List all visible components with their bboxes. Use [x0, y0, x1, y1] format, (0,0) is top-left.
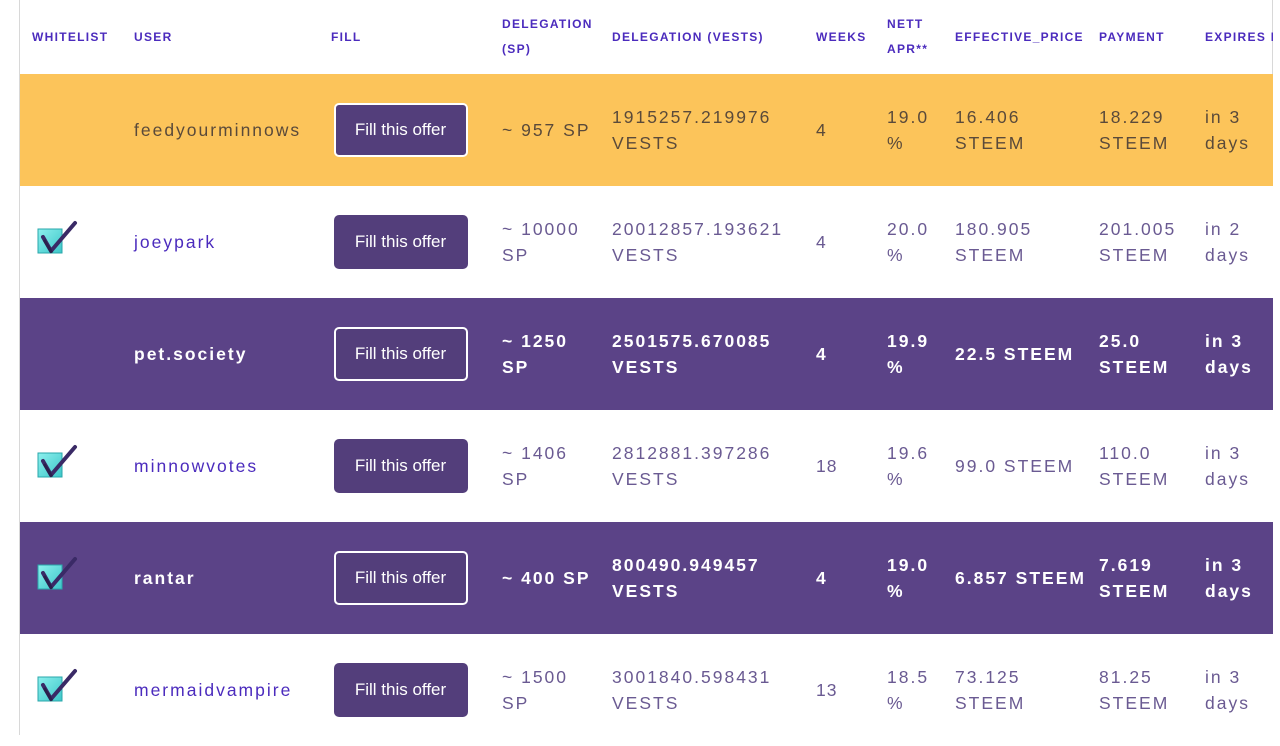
nett-apr: 18.5 % [887, 667, 930, 713]
delegation-sp: ~ 10000 SP [502, 219, 580, 265]
delegation-vests: 3001840.598431 VESTS [612, 667, 772, 713]
delegation-vests: 20012857.193621 VESTS [612, 219, 784, 265]
delegation-vests: 1915257.219976 VESTS [612, 107, 772, 153]
whitelist-check-icon [34, 556, 78, 594]
delegation-sp: ~ 1500 SP [502, 667, 569, 713]
header-effective-price: EFFECTIVE_PRICE [955, 29, 1084, 44]
table-row: rantar Fill this offer ~ 400 SP 800490.9… [20, 522, 1273, 634]
header-weeks: WEEKS [816, 29, 867, 44]
table-body: feedyourminnows Fill this offer ~ 957 SP… [20, 74, 1273, 746]
weeks: 4 [816, 568, 827, 588]
fill-offer-button[interactable]: Fill this offer [333, 215, 468, 269]
user-name[interactable]: joeypark [110, 186, 311, 298]
fill-offer-button[interactable]: Fill this offer [333, 327, 468, 381]
user-name[interactable]: mermaidvampire [110, 634, 311, 746]
payment: 110.0 STEEM [1099, 443, 1170, 489]
delegation-sp: ~ 1250 SP [502, 331, 569, 377]
header-delegation-sp: DELEGATION (SP) [502, 17, 593, 56]
effective-price: 6.857 STEEM [955, 568, 1086, 588]
payment: 81.25 STEEM [1099, 667, 1170, 713]
delegation-vests: 2501575.670085 VESTS [612, 331, 772, 377]
user-name[interactable]: rantar [110, 522, 311, 634]
weeks: 13 [816, 680, 838, 700]
fill-cell: Fill this offer [311, 298, 490, 410]
effective-price: 73.125 STEEM [955, 667, 1026, 713]
payment: 25.0 STEEM [1099, 331, 1170, 377]
nett-apr: 19.0 % [887, 555, 930, 601]
header-nett-apr: NETT APR** [887, 17, 929, 56]
fill-cell: Fill this offer [311, 522, 490, 634]
effective-price: 16.406 STEEM [955, 107, 1026, 153]
whitelist-cell [20, 634, 110, 746]
payment: 201.005 STEEM [1099, 219, 1177, 265]
fill-offer-button[interactable]: Fill this offer [333, 551, 468, 605]
user-name[interactable]: feedyourminnows [110, 74, 311, 186]
whitelist-cell [20, 186, 110, 298]
whitelist-cell [20, 74, 110, 186]
expires-in: in 3 days [1205, 667, 1250, 713]
header-fill: FILL [331, 29, 362, 44]
table-row: mermaidvampire Fill this offer ~ 1500 SP… [20, 634, 1273, 746]
delegation-offers-table: WHITELIST USER FILL DELEGATION (SP) DELE… [20, 0, 1273, 746]
fill-offer-button[interactable]: Fill this offer [333, 663, 468, 717]
nett-apr: 19.9 % [887, 331, 930, 377]
whitelist-check-icon [34, 444, 78, 482]
fill-cell: Fill this offer [311, 634, 490, 746]
weeks: 18 [816, 456, 838, 476]
expires-in: in 3 days [1205, 107, 1250, 153]
fill-offer-button[interactable]: Fill this offer [333, 439, 468, 493]
whitelist-cell [20, 298, 110, 410]
nett-apr: 19.0 % [887, 107, 930, 153]
table-row: joeypark Fill this offer ~ 10000 SP 2001… [20, 186, 1273, 298]
whitelist-cell [20, 522, 110, 634]
expires-in: in 3 days [1205, 555, 1253, 601]
delegation-sp: ~ 957 SP [502, 120, 591, 140]
nett-apr: 19.6 % [887, 443, 930, 489]
effective-price: 22.5 STEEM [955, 344, 1075, 364]
nett-apr: 20.0 % [887, 219, 930, 265]
header-user: USER [134, 29, 173, 44]
expires-in: in 3 days [1205, 443, 1250, 489]
header-delegation-vests: DELEGATION (VESTS) [612, 29, 764, 44]
table-row: feedyourminnows Fill this offer ~ 957 SP… [20, 74, 1273, 186]
table-header-row: WHITELIST USER FILL DELEGATION (SP) DELE… [20, 0, 1273, 74]
weeks: 4 [816, 344, 827, 364]
delegation-sp: ~ 1406 SP [502, 443, 569, 489]
header-expires: EXPIRES IN [1205, 29, 1273, 44]
effective-price: 180.905 STEEM [955, 219, 1033, 265]
fill-cell: Fill this offer [311, 74, 490, 186]
delegation-vests: 800490.949457 VESTS [612, 555, 760, 601]
table-row: pet.society Fill this offer ~ 1250 SP 25… [20, 298, 1273, 410]
fill-cell: Fill this offer [311, 410, 490, 522]
delegation-vests: 2812881.397286 VESTS [612, 443, 772, 489]
table-row: minnowvotes Fill this offer ~ 1406 SP 28… [20, 410, 1273, 522]
user-name[interactable]: pet.society [110, 298, 311, 410]
whitelist-cell [20, 410, 110, 522]
whitelist-check-icon [34, 668, 78, 706]
payment: 18.229 STEEM [1099, 107, 1170, 153]
fill-offer-button[interactable]: Fill this offer [333, 103, 468, 157]
expires-in: in 2 days [1205, 219, 1250, 265]
header-whitelist: WHITELIST [32, 29, 109, 44]
user-name[interactable]: minnowvotes [110, 410, 311, 522]
expires-in: in 3 days [1205, 331, 1253, 377]
weeks: 4 [816, 120, 827, 140]
delegation-sp: ~ 400 SP [502, 568, 591, 588]
header-payment: PAYMENT [1099, 29, 1165, 44]
weeks: 4 [816, 232, 827, 252]
effective-price: 99.0 STEEM [955, 456, 1075, 476]
whitelist-check-icon [34, 220, 78, 258]
fill-cell: Fill this offer [311, 186, 490, 298]
payment: 7.619 STEEM [1099, 555, 1170, 601]
